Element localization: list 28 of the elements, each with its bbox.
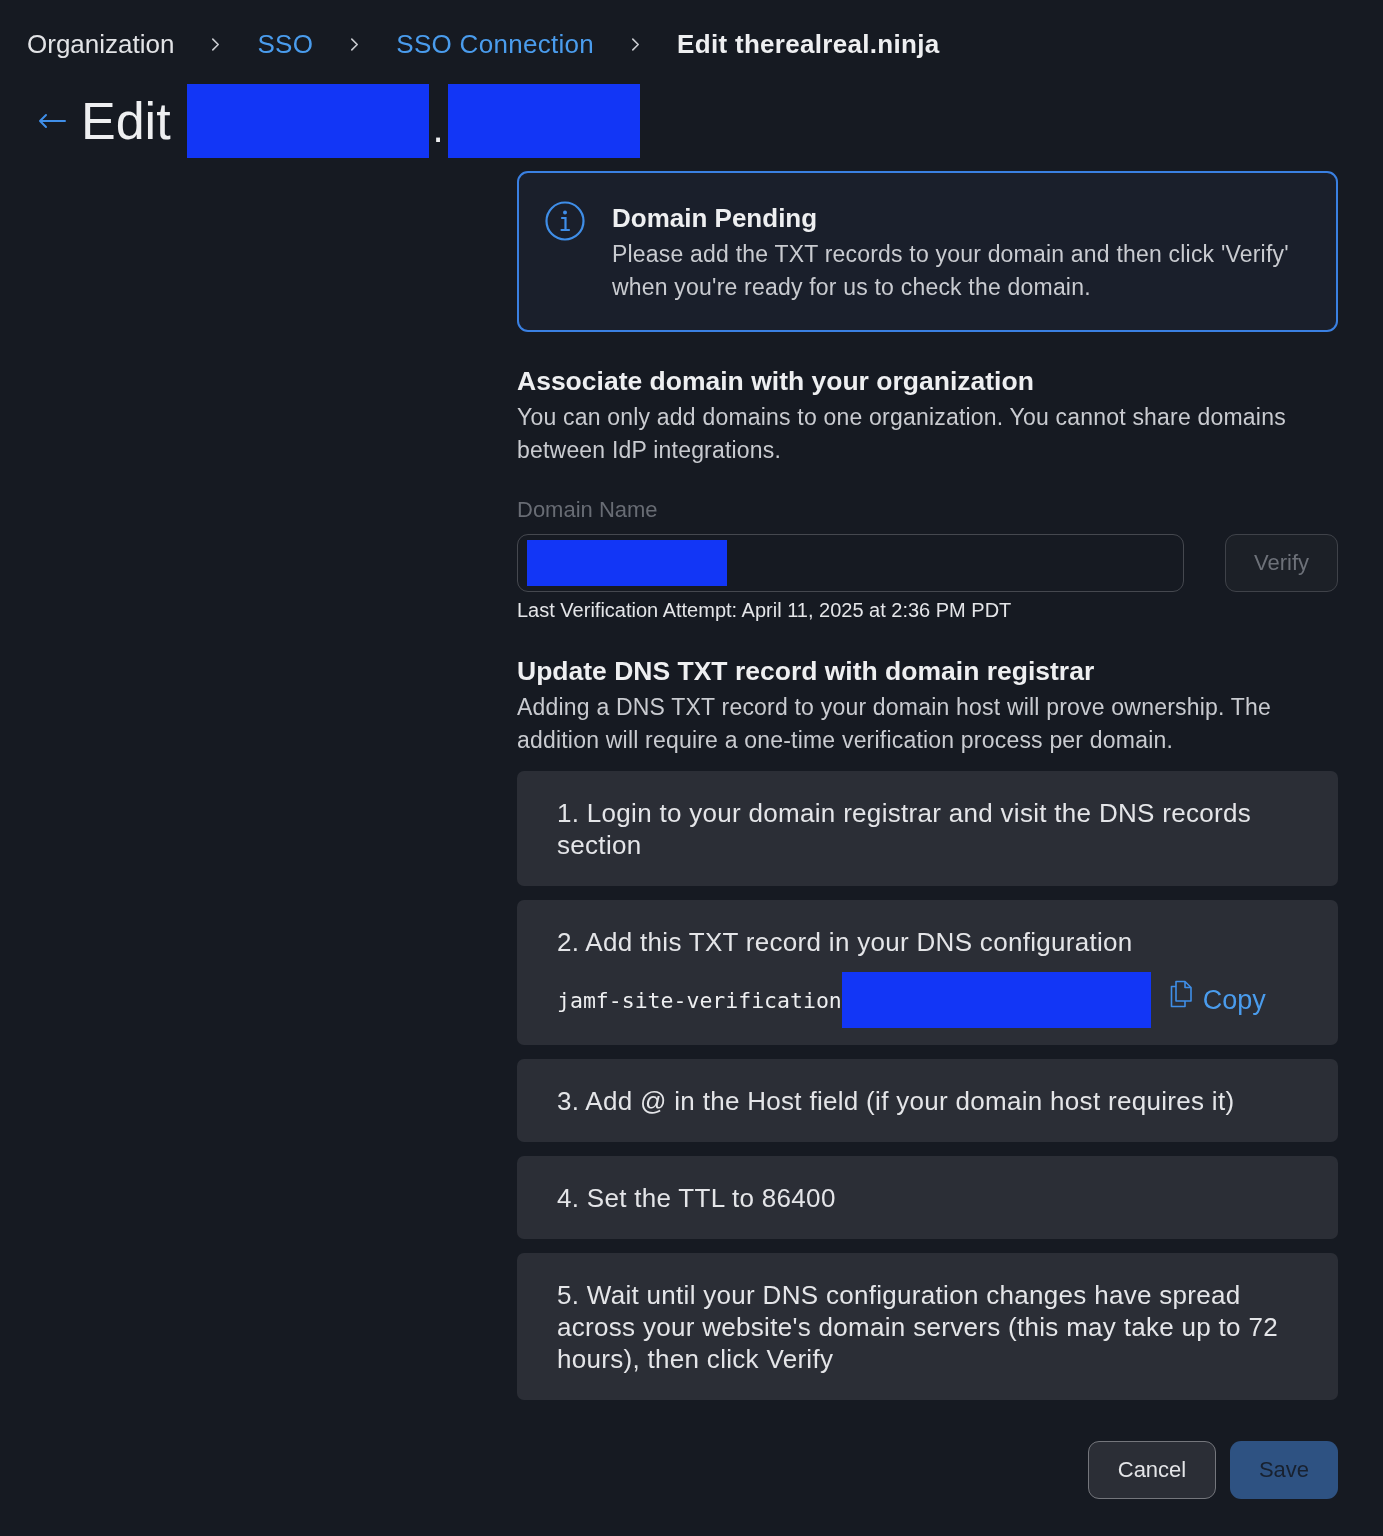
chevron-right-icon <box>211 36 221 52</box>
verification-timestamp: Last Verification Attempt: April 11, 2025 at 2:36 PM PDT <box>517 598 1012 623</box>
section-heading: Update DNS TXT record with domain registrar <box>517 655 1096 688</box>
alert-message: Please add the TXT records to your domain and then click 'Verify' when you're ready for us to check the domain. <box>612 240 1290 302</box>
step-text: 5. Wait until your DNS configuration changes have spread across your website's domain servers (this may take up to 72 hours), then click Verify <box>557 1279 1279 1375</box>
page-title: Edit <box>81 91 171 152</box>
breadcrumb-link[interactable]: SSO Connection <box>396 26 595 62</box>
step-text: 3. Add @ in the Host field (if your domain host requires it) <box>557 1085 1236 1117</box>
chevron-right-icon <box>350 36 360 52</box>
section-heading: Associate domain with your organization <box>517 365 1035 398</box>
copy-button[interactable]: Copy <box>1166 984 1266 1016</box>
cancel-button[interactable]: Cancel <box>1088 1441 1216 1499</box>
step-text: 2. Add this TXT record in your DNS configuration <box>557 926 1134 958</box>
step-text: 4. Set the TTL to 86400 <box>557 1182 837 1214</box>
section-description: You can only add domains to one organization. You cannot share domains between IdP integrations. <box>517 403 1287 465</box>
back-arrow-icon[interactable] <box>38 113 66 129</box>
section-description: Adding a DNS TXT record to your domain host will prove ownership. The addition will require a one-time verification process per domain. <box>517 693 1272 755</box>
domain-input[interactable] <box>517 534 1184 592</box>
step-text: 1. Login to your domain registrar and visit the DNS records section <box>557 797 1253 861</box>
alert-title: Domain Pending <box>612 202 819 235</box>
page-title-part: . <box>432 105 444 152</box>
info-icon <box>545 201 585 241</box>
txt-record-name: jamf-site-verification <box>557 987 842 1013</box>
breadcrumb-link[interactable]: SSO <box>257 26 314 62</box>
breadcrumb-item: Organization <box>27 28 175 61</box>
chevron-right-icon <box>631 36 641 52</box>
breadcrumb-current: Edit therealreal.ninja <box>677 28 940 61</box>
field-label: Domain Name <box>517 496 658 524</box>
